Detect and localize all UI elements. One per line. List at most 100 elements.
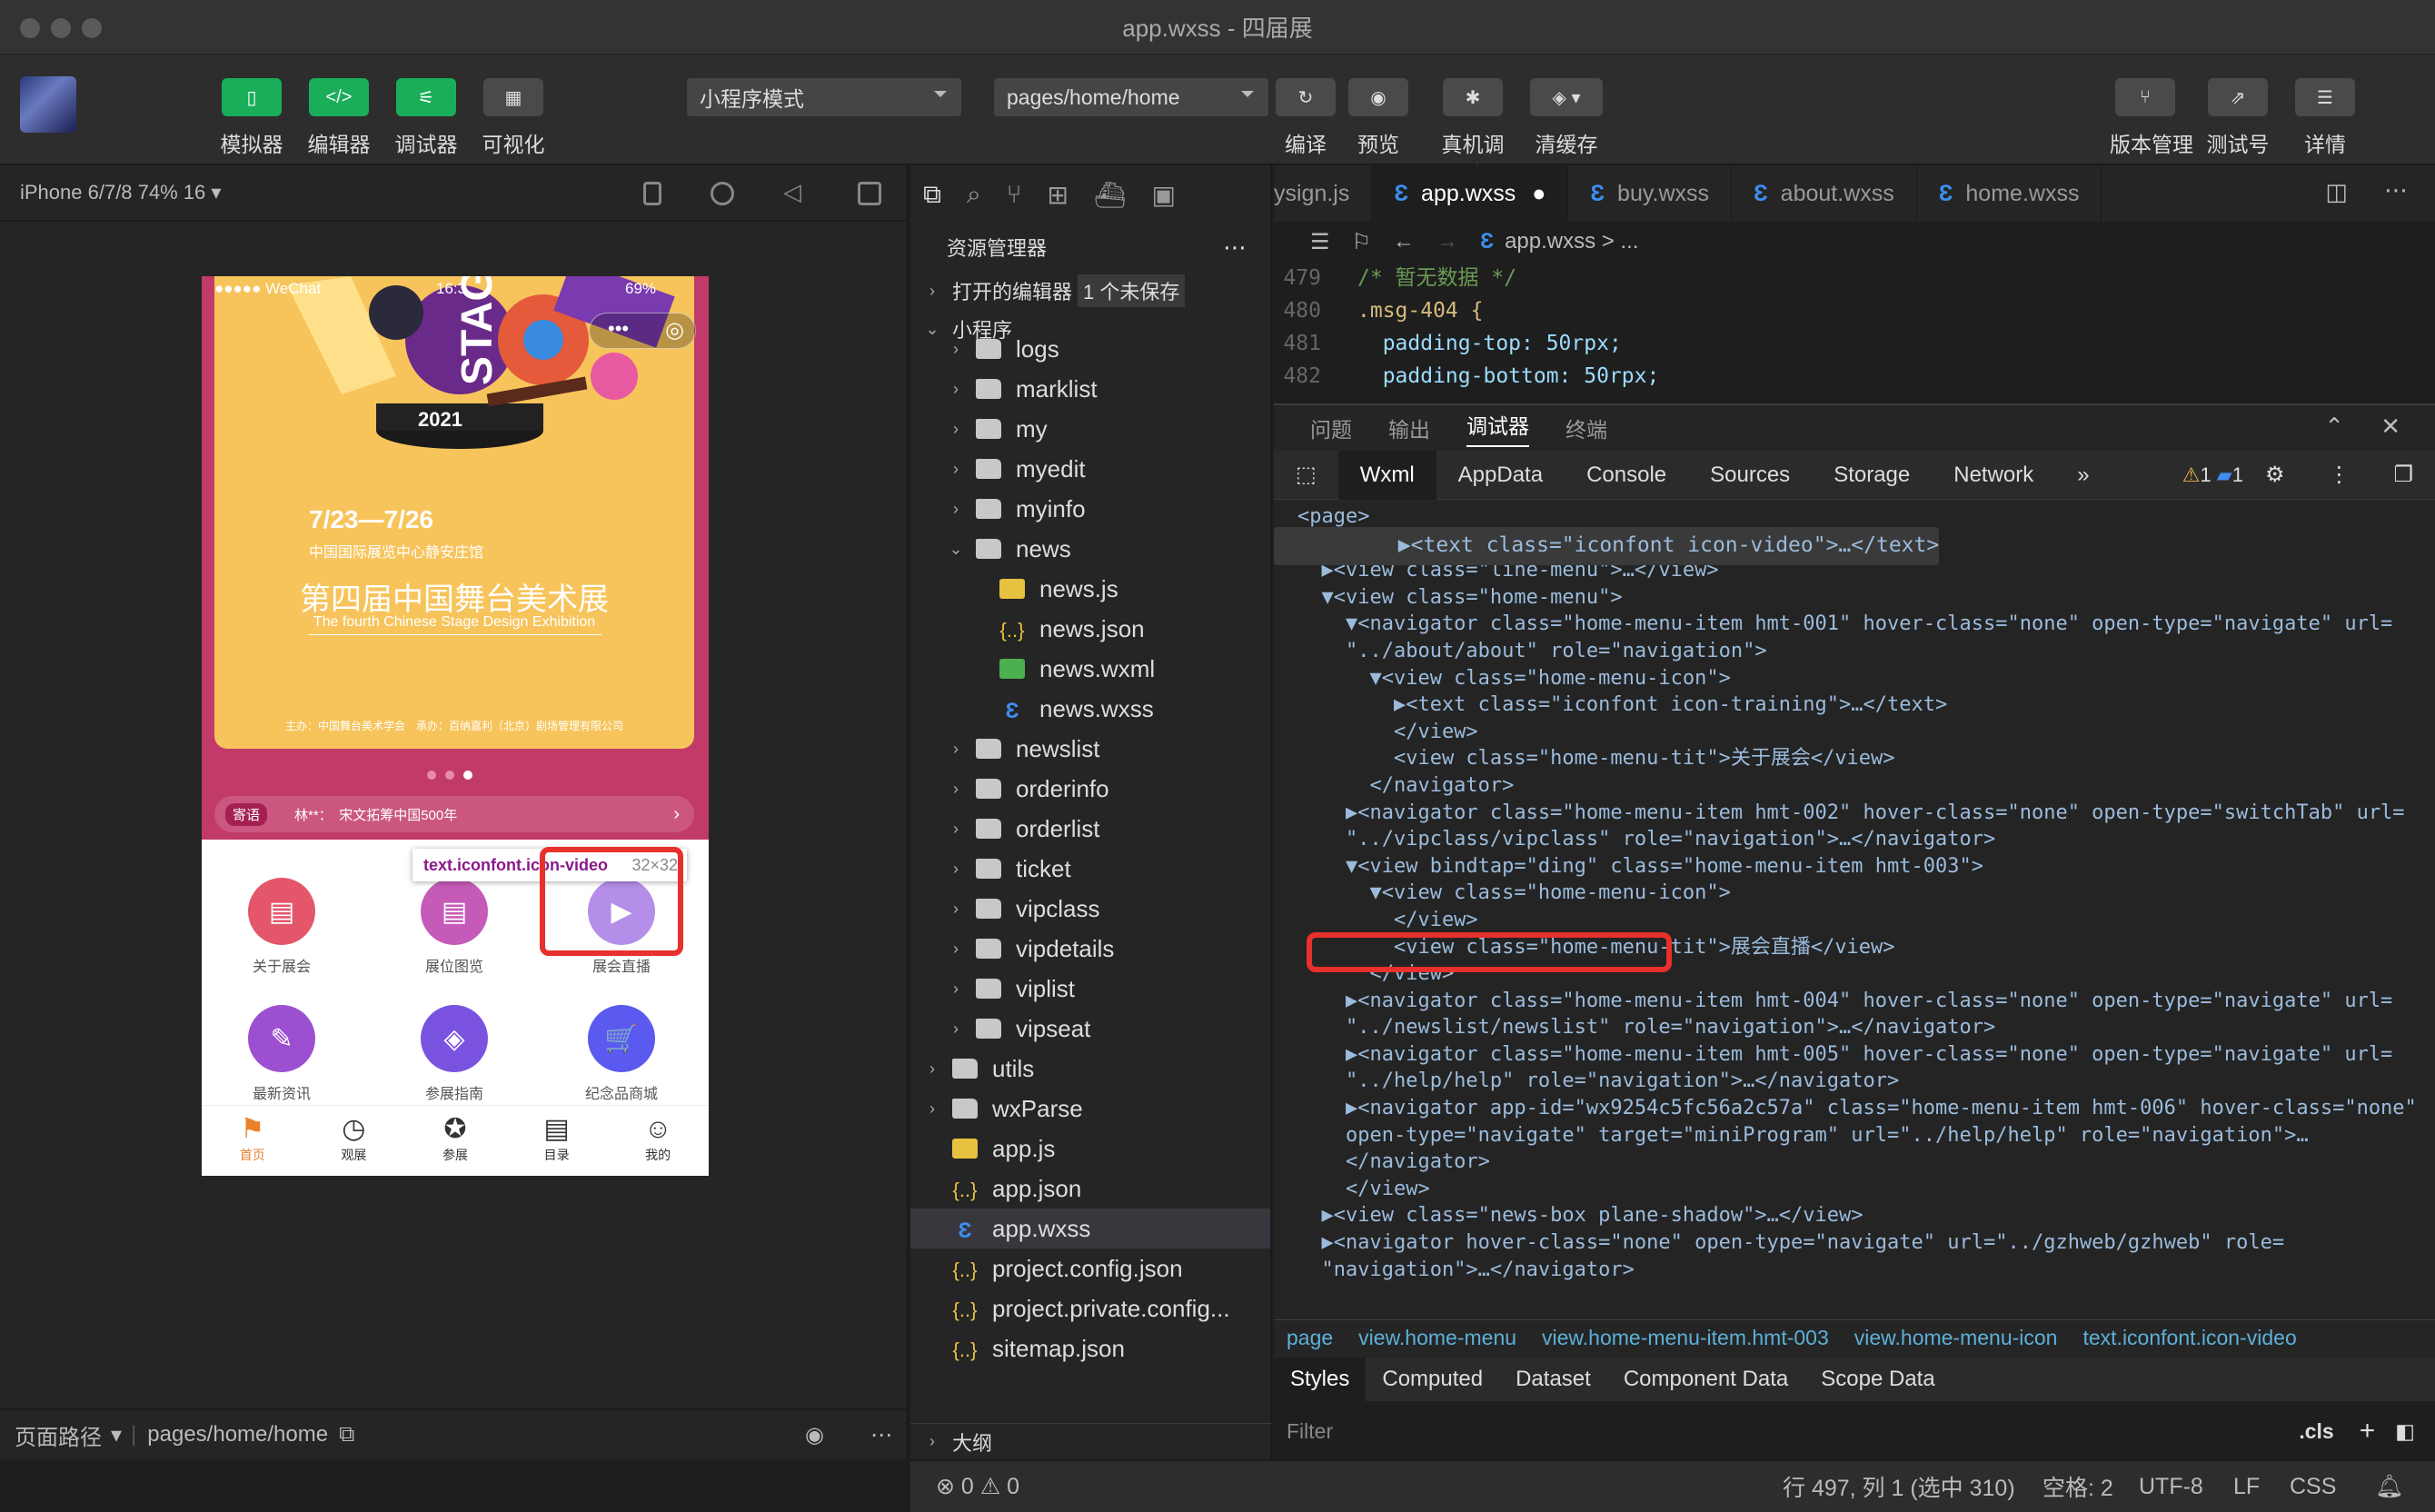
tree-item[interactable]: › orderlist — [910, 809, 1270, 849]
wxml-node-line[interactable]: ▶<view class="news-box plane-shadow">…</… — [1274, 1202, 2435, 1229]
save-icon[interactable]: ▣ — [1152, 180, 1176, 210]
more-icon[interactable]: ⋯ — [1223, 234, 1247, 262]
wxml-node-line[interactable]: ▶<text class="iconfont icon-training">…<… — [1274, 691, 2435, 719]
tree-item[interactable]: › marklist — [910, 369, 1270, 409]
wxml-node-line[interactable]: <view class="home-menu-tit">关于展会</view> — [1274, 745, 2435, 772]
volume-icon[interactable]: ◁ — [783, 178, 807, 205]
tab-home[interactable]: ⚑ 首页 — [202, 1106, 303, 1176]
docker-icon[interactable]: ⛴ — [1094, 180, 1127, 210]
editor-tab[interactable]: ysign.js — [1274, 165, 1373, 222]
tree-item[interactable]: {..} project.config.json — [910, 1248, 1270, 1288]
popout-icon[interactable] — [858, 182, 881, 205]
wxml-node-line[interactable]: "navigation">…</navigator> — [1274, 1257, 2435, 1284]
tree-item[interactable]: › newslist — [910, 729, 1270, 769]
details-button[interactable]: ☰ — [2295, 78, 2355, 116]
devtools-tab[interactable]: Network — [1932, 451, 2055, 500]
bell-icon[interactable]: 🔔︎ — [2375, 1474, 2404, 1500]
tree-item[interactable]: › wxParse — [910, 1089, 1270, 1129]
menu-item-shop[interactable]: 🛒 纪念品商城 — [558, 1005, 685, 1103]
wxml-node-line[interactable]: ▶<text class="iconfont icon-video">…</te… — [1274, 527, 1940, 565]
inspect-element-icon[interactable]: ⬚ — [1274, 451, 1338, 500]
wxml-node-line[interactable]: "../newslist/newslist" role="navigation"… — [1274, 1014, 2435, 1041]
breadcrumb-path[interactable]: app.wxss > ... — [1505, 229, 1638, 254]
wxml-node-line[interactable]: ▼<navigator class="home-menu-item hmt-00… — [1274, 611, 2435, 638]
editor-tab[interactable]: Ɛbuy.wxss — [1568, 165, 1732, 222]
close-icon[interactable]: ✕ — [2380, 413, 2400, 441]
page-path-label[interactable]: 页面路径 — [15, 1419, 102, 1451]
wxml-node-line[interactable]: "../help/help" role="navigation">…</navi… — [1274, 1068, 2435, 1095]
wxml-node-line[interactable]: ▶<navigator class="home-menu-item hmt-00… — [1274, 800, 2435, 827]
editor-tab[interactable]: Ɛhome.wxss — [1917, 165, 2102, 222]
wxml-node-line[interactable]: ▼<view class="home-menu-icon"> — [1274, 665, 2435, 692]
style-tab[interactable]: Styles — [1274, 1358, 1367, 1401]
style-tab[interactable]: Scope Data — [1804, 1358, 1951, 1401]
debugger-toggle-button[interactable]: ⚟ — [396, 78, 456, 116]
minimize-window-button[interactable] — [51, 18, 71, 38]
zoom-window-button[interactable] — [82, 18, 102, 38]
panel-tab[interactable]: 调试器 — [1466, 409, 1529, 447]
encoding[interactable]: UTF-8 — [2139, 1474, 2203, 1500]
tree-item[interactable]: {..} sitemap.json — [910, 1328, 1270, 1368]
devtools-tab[interactable]: Console — [1565, 451, 1688, 500]
wxml-node-line[interactable]: </navigator> — [1274, 772, 2435, 800]
devtools-tab[interactable]: Storage — [1812, 451, 1932, 500]
tree-item[interactable]: news.js — [910, 569, 1270, 609]
language-mode[interactable]: CSS — [2290, 1474, 2336, 1500]
arrow-left-icon[interactable]: ← — [1393, 229, 1415, 254]
version-control-button[interactable]: ⑂ — [2115, 78, 2175, 116]
cursor-position[interactable]: 行 497, 列 1 (选中 310) — [1783, 1470, 2015, 1503]
style-tab[interactable]: Dataset — [1499, 1358, 1607, 1401]
menu-item-guide[interactable]: ◈ 参展指南 — [391, 1005, 518, 1103]
unsaved-dot-icon[interactable]: ● — [1532, 181, 1545, 207]
tree-item[interactable]: › utils — [910, 1049, 1270, 1089]
menu-capsule[interactable]: ••• ◎ — [589, 313, 696, 349]
bookmark-icon[interactable]: ⚐ — [1352, 229, 1372, 255]
tab-mine[interactable]: ☺ 我的 — [607, 1106, 709, 1176]
element-path-item[interactable]: view.home-menu-icon — [1854, 1326, 2058, 1350]
simulator-toggle-button[interactable]: ▯ — [222, 78, 282, 116]
element-path-item[interactable]: view.home-menu-item.hmt-003 — [1542, 1326, 1829, 1350]
visual-toggle-button[interactable]: ▦ — [483, 78, 543, 116]
element-path-item[interactable]: page — [1287, 1326, 1333, 1350]
eye-icon[interactable]: ◉ — [805, 1422, 824, 1448]
tab-exhibit[interactable]: ✪ 参展 — [404, 1106, 506, 1176]
style-tab[interactable]: Component Data — [1607, 1358, 1804, 1401]
menu-item-about[interactable]: ▤ 关于展会 — [218, 878, 345, 976]
tree-item[interactable]: › myinfo — [910, 489, 1270, 529]
open-editors-section[interactable]: › 打开的编辑器 1 个未保存 — [910, 271, 1270, 311]
editor-toggle-button[interactable]: </> — [309, 78, 369, 116]
tree-item[interactable]: news.wxml — [910, 649, 1270, 689]
devtools-tab[interactable]: Wxml — [1337, 450, 1436, 500]
panel-tab[interactable]: 问题 — [1310, 413, 1352, 443]
wxml-node-line[interactable]: </view> — [1274, 907, 2435, 934]
tree-item[interactable]: Ɛnews.wxss — [910, 689, 1270, 729]
toggle-sidebar-icon[interactable]: ◧ — [2395, 1419, 2415, 1444]
mode-select[interactable]: 小程序模式 — [687, 78, 961, 116]
tree-item[interactable]: › ticket — [910, 849, 1270, 889]
extensions-icon[interactable]: ⊞ — [1048, 180, 1068, 210]
tree-item[interactable]: › vipclass — [910, 889, 1270, 929]
chevron-up-icon[interactable]: ⌃ — [2324, 413, 2344, 441]
problems-count[interactable]: ⊗ 0 ⚠ 0 — [936, 1473, 1019, 1500]
indentation[interactable]: 空格: 2 — [2042, 1470, 2113, 1503]
record-icon[interactable] — [711, 182, 734, 205]
add-rule-icon[interactable]: + — [2360, 1416, 2376, 1447]
wxml-node-line[interactable]: ▶<navigator class="home-menu-item hmt-00… — [1274, 1041, 2435, 1069]
wxml-node-line[interactable]: "../about/about" role="navigation"> — [1274, 638, 2435, 665]
avatar[interactable] — [20, 76, 76, 133]
wxml-node-line[interactable]: ▼<view bindtap="ding" class="home-menu-i… — [1274, 853, 2435, 880]
tree-item[interactable]: app.js — [910, 1129, 1270, 1169]
tree-item[interactable]: › vipseat — [910, 1009, 1270, 1049]
carousel-dots[interactable] — [427, 771, 472, 780]
filter-input[interactable]: Filter — [1287, 1419, 1333, 1444]
wxml-node-line[interactable]: ▼<view class="home-menu"> — [1274, 584, 2435, 612]
dock-icon[interactable]: ❐ — [2371, 451, 2435, 500]
files-icon[interactable]: ⧉ — [923, 180, 941, 210]
editor-tab[interactable]: Ɛapp.wxss ● — [1372, 165, 1569, 222]
menu-item-booth-map[interactable]: ▤ 展位图览 — [391, 878, 518, 976]
wxml-node-line[interactable]: </view> — [1274, 1176, 2435, 1203]
panel-tab[interactable]: 输出 — [1388, 413, 1430, 443]
code-view[interactable]: 479 /* 暂无数据 */ 480 .msg-404 {481 padding-to… — [1274, 262, 2435, 393]
outline-section[interactable]: › 大纲 — [910, 1423, 1272, 1459]
tree-item[interactable]: › myedit — [910, 449, 1270, 489]
